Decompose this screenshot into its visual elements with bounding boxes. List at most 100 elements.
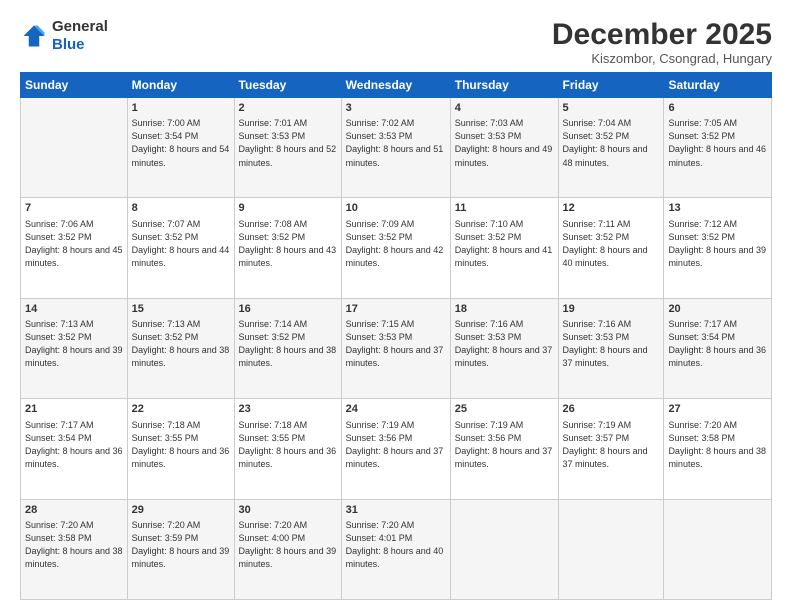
- day-info: Sunrise: 7:20 AMSunset: 3:58 PMDaylight:…: [668, 419, 767, 471]
- calendar-cell-w1d3: 10 Sunrise: 7:09 AMSunset: 3:52 PMDayligh…: [341, 198, 450, 298]
- day-number: 14: [25, 302, 123, 317]
- day-number: 25: [455, 402, 554, 417]
- header-friday: Friday: [558, 73, 664, 98]
- calendar-cell-w2d4: 18Sunrise: 7:16 AMSunset: 3:53 PMDayligh…: [450, 298, 558, 398]
- day-info: Sunrise: 7:20 AMSunset: 4:00 PMDaylight:…: [239, 519, 337, 571]
- calendar-cell-w3d0: 21Sunrise: 7:17 AMSunset: 3:54 PMDayligh…: [21, 399, 128, 499]
- main-title: December 2025: [552, 18, 772, 51]
- calendar-cell-w4d5: [558, 499, 664, 599]
- calendar-week-0: 1Sunrise: 7:00 AMSunset: 3:54 PMDaylight…: [21, 98, 772, 198]
- calendar-week-4: 28Sunrise: 7:20 AMSunset: 3:58 PMDayligh…: [21, 499, 772, 599]
- day-info: Sunrise: 7:06 AMSunset: 3:52 PMDaylight:…: [25, 218, 123, 270]
- calendar-cell-w3d3: 24 Sunrise: 7:19 AMSunset: 3:56 PMDayligh…: [341, 399, 450, 499]
- day-number: 26: [563, 402, 660, 417]
- day-number: 19: [563, 302, 660, 317]
- day-number: 28: [25, 503, 123, 518]
- calendar-table: Sunday Monday Tuesday Wednesday Thursday…: [20, 72, 772, 600]
- day-number: 21: [25, 402, 123, 417]
- day-number: 5: [563, 101, 660, 116]
- day-number: 10: [346, 201, 446, 216]
- day-info: Sunrise: 7:14 AMSunset: 3:52 PMDaylight:…: [239, 318, 337, 370]
- day-number: 11: [455, 201, 554, 216]
- day-number: 31: [346, 503, 446, 518]
- title-block: December 2025 Kiszombor, Csongrad, Hunga…: [552, 18, 772, 66]
- calendar-cell-w1d2: 9 Sunrise: 7:08 AMSunset: 3:52 PMDaylight…: [234, 198, 341, 298]
- calendar-cell-w2d0: 14Sunrise: 7:13 AMSunset: 3:52 PMDayligh…: [21, 298, 128, 398]
- calendar-cell-w2d3: 17Sunrise: 7:15 AMSunset: 3:53 PMDayligh…: [341, 298, 450, 398]
- header-monday: Monday: [127, 73, 234, 98]
- day-info: Sunrise: 7:19 AMSunset: 3:56 PMDaylight:…: [455, 419, 554, 471]
- calendar-week-3: 21Sunrise: 7:17 AMSunset: 3:54 PMDayligh…: [21, 399, 772, 499]
- day-info: Sunrise: 7:12 AMSunset: 3:52 PMDaylight:…: [668, 218, 767, 270]
- day-info: Sunrise: 7:16 AMSunset: 3:53 PMDaylight:…: [455, 318, 554, 370]
- day-info: Sunrise: 7:02 AMSunset: 3:53 PMDaylight:…: [346, 117, 446, 169]
- header: General Blue December 2025 Kiszombor, Cs…: [20, 18, 772, 66]
- calendar-header: Sunday Monday Tuesday Wednesday Thursday…: [21, 73, 772, 98]
- calendar-cell-w0d6: 6Sunrise: 7:05 AMSunset: 3:52 PMDaylight…: [664, 98, 772, 198]
- day-info: Sunrise: 7:20 AMSunset: 4:01 PMDaylight:…: [346, 519, 446, 571]
- calendar-cell-w4d4: [450, 499, 558, 599]
- calendar-cell-w3d1: 22 Sunrise: 7:18 AMSunset: 3:55 PMDayligh…: [127, 399, 234, 499]
- day-info: Sunrise: 7:08 AMSunset: 3:52 PMDaylight:…: [239, 218, 337, 270]
- calendar-cell-w3d2: 23Sunrise: 7:18 AMSunset: 3:55 PMDayligh…: [234, 399, 341, 499]
- day-info: Sunrise: 7:09 AMSunset: 3:52 PMDaylight:…: [346, 218, 446, 270]
- calendar-cell-w0d4: 4Sunrise: 7:03 AMSunset: 3:53 PMDaylight…: [450, 98, 558, 198]
- calendar-cell-w3d4: 25 Sunrise: 7:19 AMSunset: 3:56 PMDayligh…: [450, 399, 558, 499]
- day-info: Sunrise: 7:17 AMSunset: 3:54 PMDaylight:…: [668, 318, 767, 370]
- day-info: Sunrise: 7:04 AMSunset: 3:52 PMDaylight:…: [563, 117, 660, 169]
- day-info: Sunrise: 7:00 AMSunset: 3:54 PMDaylight:…: [132, 117, 230, 169]
- day-info: Sunrise: 7:01 AMSunset: 3:53 PMDaylight:…: [239, 117, 337, 169]
- calendar-week-2: 14Sunrise: 7:13 AMSunset: 3:52 PMDayligh…: [21, 298, 772, 398]
- day-number: 20: [668, 302, 767, 317]
- calendar-cell-w0d1: 1Sunrise: 7:00 AMSunset: 3:54 PMDaylight…: [127, 98, 234, 198]
- header-sunday: Sunday: [21, 73, 128, 98]
- calendar-cell-w4d2: 30Sunrise: 7:20 AMSunset: 4:00 PMDayligh…: [234, 499, 341, 599]
- day-number: 3: [346, 101, 446, 116]
- day-number: 16: [239, 302, 337, 317]
- logo-text: General Blue: [52, 18, 108, 54]
- calendar-cell-w1d4: 11 Sunrise: 7:10 AMSunset: 3:52 PMDayligh…: [450, 198, 558, 298]
- day-number: 1: [132, 101, 230, 116]
- logo-icon: [20, 22, 48, 50]
- calendar-cell-w2d1: 15Sunrise: 7:13 AMSunset: 3:52 PMDayligh…: [127, 298, 234, 398]
- day-number: 12: [563, 201, 660, 216]
- calendar-week-1: 7Sunrise: 7:06 AMSunset: 3:52 PMDaylight…: [21, 198, 772, 298]
- calendar-cell-w2d2: 16Sunrise: 7:14 AMSunset: 3:52 PMDayligh…: [234, 298, 341, 398]
- day-info: Sunrise: 7:07 AMSunset: 3:52 PMDaylight:…: [132, 218, 230, 270]
- calendar-cell-w4d6: [664, 499, 772, 599]
- day-info: Sunrise: 7:13 AMSunset: 3:52 PMDaylight:…: [132, 318, 230, 370]
- day-number: 8: [132, 201, 230, 216]
- calendar-cell-w0d5: 5Sunrise: 7:04 AMSunset: 3:52 PMDaylight…: [558, 98, 664, 198]
- day-number: 17: [346, 302, 446, 317]
- logo-blue: Blue: [52, 36, 108, 54]
- calendar-cell-w0d0: [21, 98, 128, 198]
- day-number: 9: [239, 201, 337, 216]
- day-info: Sunrise: 7:05 AMSunset: 3:52 PMDaylight:…: [668, 117, 767, 169]
- day-info: Sunrise: 7:18 AMSunset: 3:55 PMDaylight:…: [132, 419, 230, 471]
- day-number: 4: [455, 101, 554, 116]
- day-info: Sunrise: 7:18 AMSunset: 3:55 PMDaylight:…: [239, 419, 337, 471]
- calendar-cell-w0d3: 3Sunrise: 7:02 AMSunset: 3:53 PMDaylight…: [341, 98, 450, 198]
- day-number: 27: [668, 402, 767, 417]
- calendar-cell-w3d6: 27 Sunrise: 7:20 AMSunset: 3:58 PMDayligh…: [664, 399, 772, 499]
- day-number: 15: [132, 302, 230, 317]
- header-row: Sunday Monday Tuesday Wednesday Thursday…: [21, 73, 772, 98]
- day-number: 6: [668, 101, 767, 116]
- day-number: 2: [239, 101, 337, 116]
- calendar-cell-w4d3: 31Sunrise: 7:20 AMSunset: 4:01 PMDayligh…: [341, 499, 450, 599]
- day-info: Sunrise: 7:10 AMSunset: 3:52 PMDaylight:…: [455, 218, 554, 270]
- calendar-cell-w1d0: 7Sunrise: 7:06 AMSunset: 3:52 PMDaylight…: [21, 198, 128, 298]
- calendar-cell-w2d6: 20Sunrise: 7:17 AMSunset: 3:54 PMDayligh…: [664, 298, 772, 398]
- day-info: Sunrise: 7:20 AMSunset: 3:58 PMDaylight:…: [25, 519, 123, 571]
- subtitle: Kiszombor, Csongrad, Hungary: [552, 51, 772, 66]
- day-number: 22: [132, 402, 230, 417]
- day-info: Sunrise: 7:15 AMSunset: 3:53 PMDaylight:…: [346, 318, 446, 370]
- calendar-cell-w3d5: 26Sunrise: 7:19 AMSunset: 3:57 PMDayligh…: [558, 399, 664, 499]
- calendar-cell-w1d6: 13 Sunrise: 7:12 AMSunset: 3:52 PMDayligh…: [664, 198, 772, 298]
- header-wednesday: Wednesday: [341, 73, 450, 98]
- calendar-cell-w4d1: 29Sunrise: 7:20 AMSunset: 3:59 PMDayligh…: [127, 499, 234, 599]
- day-number: 13: [668, 201, 767, 216]
- day-number: 24: [346, 402, 446, 417]
- day-info: Sunrise: 7:13 AMSunset: 3:52 PMDaylight:…: [25, 318, 123, 370]
- day-info: Sunrise: 7:19 AMSunset: 3:56 PMDaylight:…: [346, 419, 446, 471]
